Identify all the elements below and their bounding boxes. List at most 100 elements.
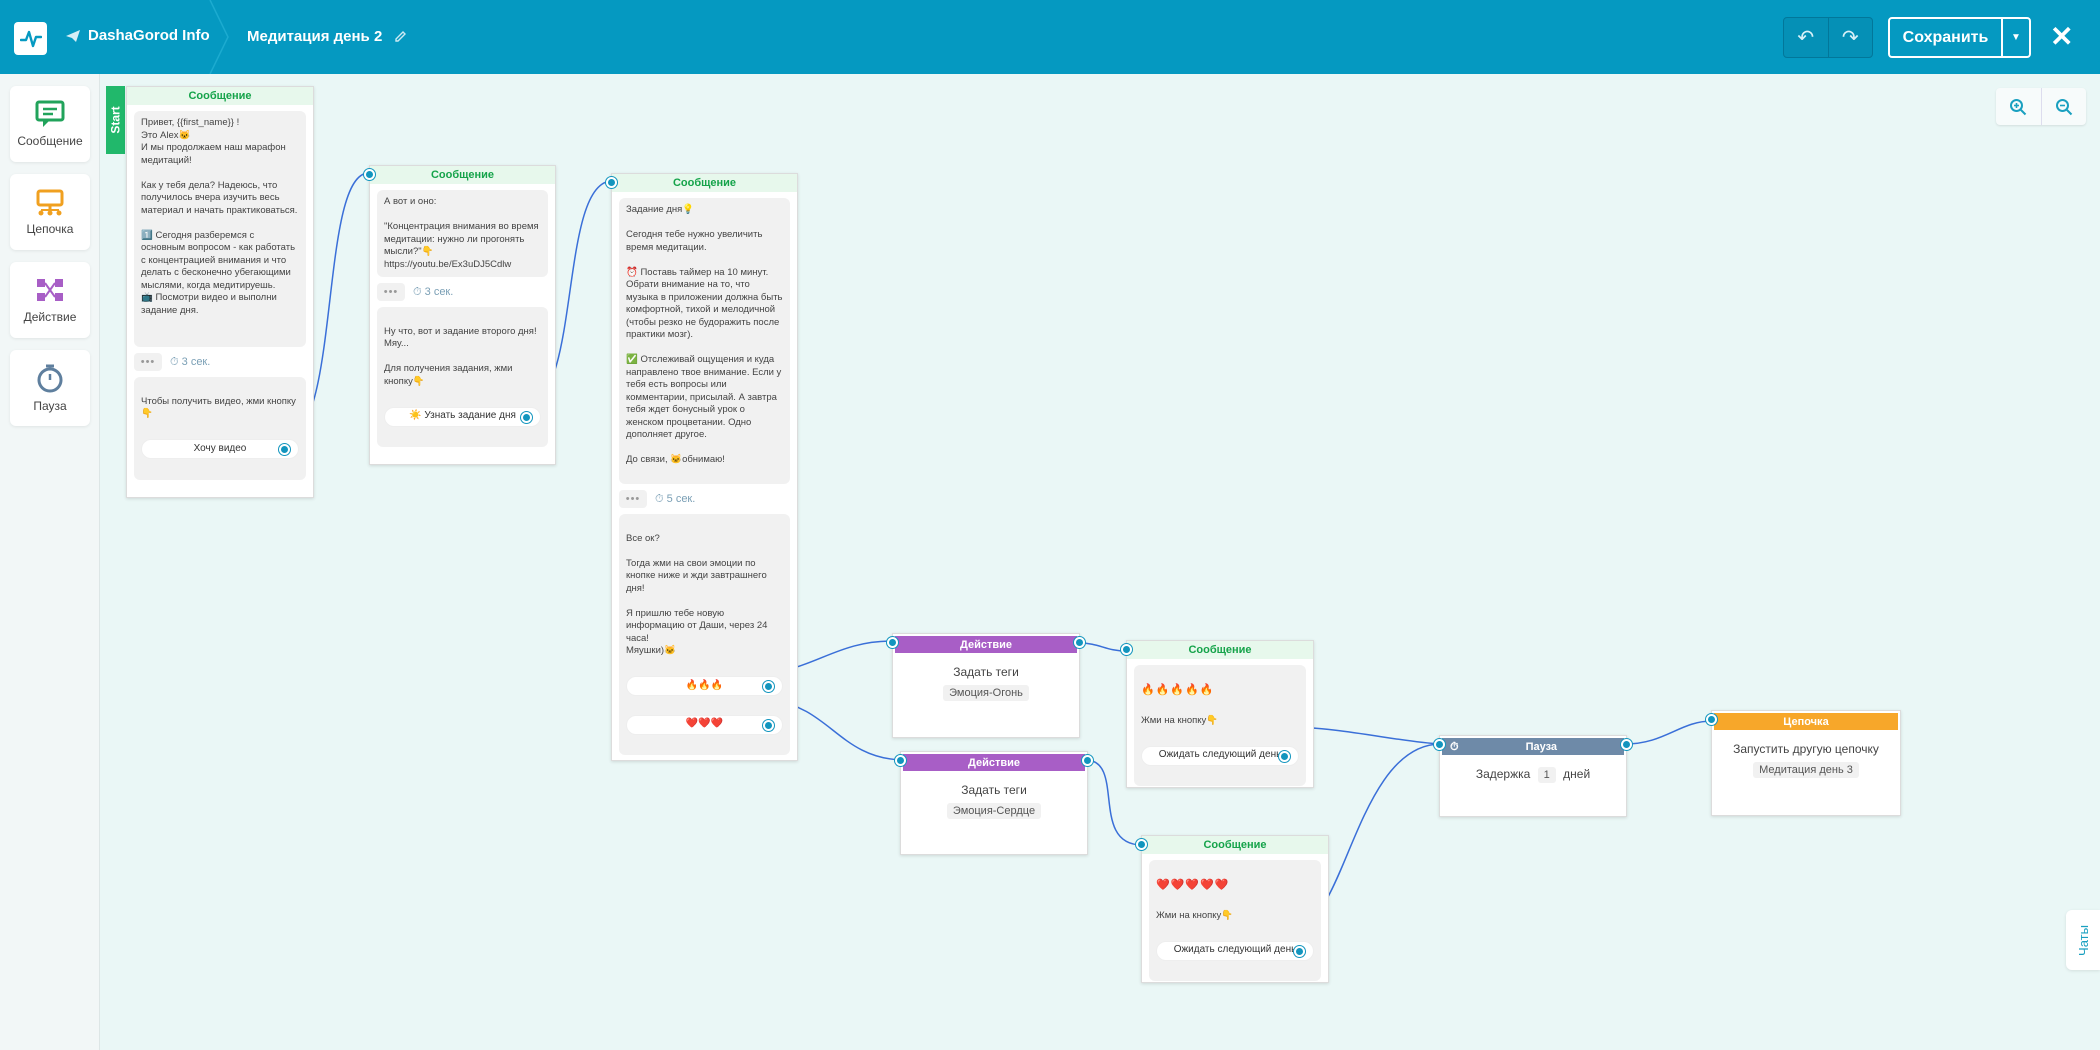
tool-label: Сообщение <box>17 134 83 148</box>
tool-action[interactable]: Действие <box>10 262 90 338</box>
input-port[interactable] <box>1136 839 1147 850</box>
message-button-heart[interactable]: ❤️❤️❤️ <box>626 714 783 735</box>
tool-pause[interactable]: Пауза <box>10 350 90 426</box>
zoom-out-icon <box>2055 98 2072 115</box>
tool-message[interactable]: Сообщение <box>10 86 90 162</box>
logo-icon[interactable] <box>14 22 47 55</box>
save-dropdown-button[interactable]: ▼ <box>2003 19 2029 56</box>
tool-panel: Сообщение Цепочка Действие Пауза <box>0 74 100 1050</box>
emoji-text: 🔥🔥🔥🔥🔥 <box>1141 683 1215 696</box>
timer-icon <box>37 364 63 393</box>
message-bubble: Ну что, вот и задание второго дня! Мяу..… <box>377 307 548 447</box>
action-node-heart[interactable]: Действие Задать теги Эмоция-Сердце <box>895 751 1093 855</box>
output-port[interactable] <box>521 411 532 423</box>
pause-unit: дней <box>1563 767 1591 781</box>
zoom-in-icon <box>2010 98 2027 115</box>
message-node-1[interactable]: Сообщение Привет, {{first_name}} ! Это A… <box>126 86 314 498</box>
output-port[interactable] <box>1074 637 1085 648</box>
tool-label: Пауза <box>33 399 67 413</box>
zoom-in-button[interactable] <box>1996 88 2042 125</box>
message-bubble: 🔥🔥🔥🔥🔥 Жми на кнопку👇 Ожидать следующий д… <box>1134 665 1306 786</box>
output-port[interactable] <box>1082 755 1093 766</box>
redo-button[interactable]: ↷ <box>1829 18 1873 57</box>
node-title: Действие <box>895 636 1077 653</box>
undo-button[interactable]: ↶ <box>1784 18 1829 57</box>
delay-text: ⏱ 3 сек. <box>413 285 454 298</box>
more-icon[interactable]: ••• <box>134 353 162 371</box>
tool-chain[interactable]: Цепочка <box>10 174 90 250</box>
message-text: Привет, {{first_name}} ! Это Alex🐱 И мы … <box>134 111 306 347</box>
tag-chip: Эмоция-Сердце <box>946 803 1042 819</box>
message-button[interactable]: Хочу видео <box>141 439 299 459</box>
output-port[interactable] <box>763 681 774 692</box>
pause-prefix: Задержка <box>1475 767 1531 781</box>
top-bar: DashaGorod Info Медитация день 2 ↶ ↷ Сох… <box>0 0 2100 74</box>
action-text: Задать теги <box>953 665 1019 679</box>
node-title: Сообщение <box>1142 836 1328 854</box>
breadcrumb-project[interactable]: DashaGorod Info <box>66 27 210 44</box>
undo-redo-group: ↶ ↷ <box>1783 17 1873 58</box>
output-port[interactable] <box>763 719 774 731</box>
message-button[interactable]: ☀️ Узнать задание дня <box>384 406 541 427</box>
chain-icon <box>36 189 64 216</box>
connector-lines <box>287 172 1713 923</box>
message-text: Жми на кнопку👇 <box>1156 909 1234 921</box>
button-label: ☀️ Узнать задание дня <box>409 410 516 422</box>
save-group: Сохранить ▼ <box>1888 17 2031 58</box>
input-port[interactable] <box>1706 714 1717 725</box>
message-button-fire[interactable]: 🔥🔥🔥 <box>626 676 783 696</box>
node-header: ⏱ Пауза <box>1442 738 1624 755</box>
more-icon[interactable]: ••• <box>377 283 405 301</box>
save-button[interactable]: Сохранить <box>1890 19 2003 56</box>
delay-row: ••• ⏱ 3 сек. <box>134 353 306 371</box>
chats-tab[interactable]: Чаты <box>2066 910 2100 970</box>
close-icon[interactable]: ✕ <box>2050 22 2073 52</box>
chain-text: Запустить другую цепочку <box>1733 742 1879 756</box>
action-node-fire[interactable]: Действие Задать теги Эмоция-Огонь <box>887 633 1085 738</box>
page-title: Медитация день 2 <box>247 28 383 45</box>
input-port[interactable] <box>1121 644 1132 655</box>
tag-chip: Эмоция-Огонь <box>943 685 1029 701</box>
message-node-heart[interactable]: Сообщение ❤️❤️❤️❤️❤️ Жми на кнопку👇 Ожид… <box>1136 835 1329 983</box>
output-port[interactable] <box>1279 750 1290 762</box>
breadcrumb-separator <box>209 0 229 74</box>
node-title: Сообщение <box>370 166 555 184</box>
button-label: Ожидать следующий день <box>1158 749 1282 761</box>
output-port[interactable] <box>1621 739 1632 750</box>
edit-pencil-icon[interactable] <box>394 30 407 43</box>
message-icon <box>35 100 65 127</box>
message-button[interactable]: Ожидать следующий день <box>1141 745 1299 766</box>
message-bubble: ❤️❤️❤️❤️❤️ Жми на кнопку👇 Ожидать следую… <box>1149 860 1321 981</box>
button-label: Ожидать следующий день <box>1173 944 1297 956</box>
delay-text: ⏱ 5 сек. <box>655 492 696 505</box>
node-title: Сообщение <box>1127 641 1313 659</box>
input-port[interactable] <box>895 755 906 766</box>
node-title: Пауза <box>1525 741 1558 753</box>
input-port[interactable] <box>887 637 898 648</box>
message-node-2[interactable]: Сообщение А вот и оно: "Концентрация вни… <box>364 165 556 465</box>
zoom-out-button[interactable] <box>2042 88 2087 125</box>
pause-node[interactable]: ⏱ Пауза Задержка 1 дней <box>1434 735 1632 817</box>
output-port[interactable] <box>1294 945 1305 957</box>
start-label: Start <box>108 106 123 134</box>
node-title: Сообщение <box>127 87 313 105</box>
input-port[interactable] <box>364 169 375 180</box>
breadcrumb-title: Медитация день 2 <box>247 28 407 45</box>
delay-row: ••• ⏱ 5 сек. <box>619 490 790 508</box>
input-port[interactable] <box>606 177 617 188</box>
connector <box>1624 720 1713 745</box>
node-title: Действие <box>903 754 1085 771</box>
tool-label: Действие <box>23 310 77 324</box>
telegram-icon <box>66 29 80 42</box>
message-bubble: Все ок? Тогда жми на свои эмоции по кноп… <box>619 514 790 755</box>
chain-node[interactable]: Цепочка Запустить другую цепочку Медитац… <box>1706 710 1901 816</box>
message-node-3[interactable]: Сообщение Задание дня💡 Сегодня тебе нужн… <box>606 173 798 761</box>
chevron-down-icon: ▼ <box>2011 32 2021 43</box>
output-port[interactable] <box>279 444 290 455</box>
chain-tag: Медитация день 3 <box>1753 762 1859 778</box>
button-label: ❤️❤️❤️ <box>685 718 724 730</box>
more-icon[interactable]: ••• <box>619 490 647 508</box>
input-port[interactable] <box>1434 739 1445 750</box>
message-button[interactable]: Ожидать следующий день <box>1156 940 1314 961</box>
message-node-fire[interactable]: Сообщение 🔥🔥🔥🔥🔥 Жми на кнопку👇 Ожидать с… <box>1121 640 1314 788</box>
